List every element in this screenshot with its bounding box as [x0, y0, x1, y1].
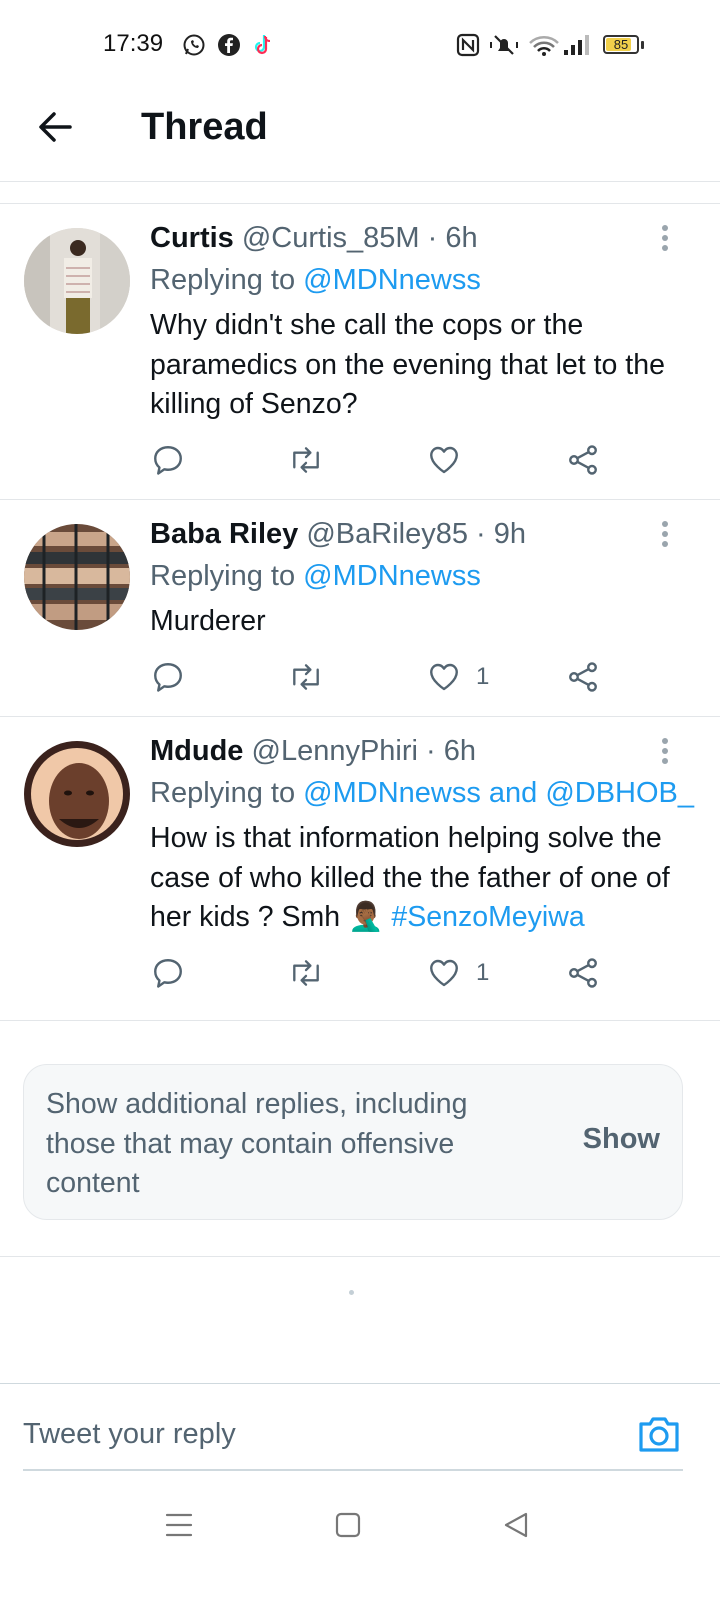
- tweet-meta: Mdude @LennyPhiri · 6h: [150, 733, 476, 769]
- more-options-button[interactable]: [650, 733, 680, 769]
- more-options-button[interactable]: [650, 220, 680, 256]
- wifi-icon: [529, 36, 559, 56]
- mention-link[interactable]: @MDNnewss: [303, 560, 481, 592]
- signal-icon: [564, 35, 589, 55]
- retweet-icon: [293, 960, 319, 986]
- retweet-icon: [293, 664, 319, 690]
- like-button[interactable]: 1: [426, 953, 489, 993]
- retweet-button[interactable]: [287, 953, 325, 993]
- user-handle: @Curtis_85M: [241, 222, 420, 254]
- tweet-meta: Baba Riley @BaRiley85 · 9h: [150, 516, 526, 552]
- header-divider: [0, 181, 720, 182]
- battery-level: 85: [613, 37, 629, 52]
- facebook-icon: [218, 34, 240, 56]
- reply-bar-divider: [0, 1383, 720, 1384]
- tweet-time: · 6h: [426, 735, 477, 767]
- retweet-icon: [293, 447, 319, 473]
- tweet-mdude[interactable]: Mdude @LennyPhiri · 6h Replying to @MDNn…: [0, 717, 720, 1020]
- mention-link[interactable]: @MDNnewss and @DBHOB_: [303, 777, 694, 809]
- more-vertical-icon: [662, 225, 668, 251]
- like-button[interactable]: 1: [426, 657, 489, 697]
- additional-replies-box: Show additional replies, including those…: [23, 1064, 683, 1220]
- comment-icon: [154, 959, 182, 988]
- hashtag-link[interactable]: #SenzoMeyiwa: [391, 901, 584, 933]
- heart-icon: [430, 446, 458, 474]
- section-divider: [0, 1256, 720, 1257]
- display-name[interactable]: Mdude: [150, 735, 243, 767]
- battery-icon: 85: [603, 35, 639, 54]
- status-time: 17:39: [103, 30, 164, 57]
- reply-button[interactable]: [150, 440, 186, 480]
- share-icon: [569, 958, 597, 988]
- more-options-button[interactable]: [650, 516, 680, 552]
- display-name[interactable]: Baba Riley: [150, 518, 298, 550]
- muted-bell-icon: [490, 35, 518, 55]
- reply-input[interactable]: [23, 1410, 583, 1458]
- back-arrow-icon: [39, 112, 72, 142]
- like-button[interactable]: [426, 440, 476, 480]
- tweet-time: · 6h: [427, 222, 478, 254]
- loading-indicator: [349, 1290, 354, 1295]
- avatar[interactable]: [24, 524, 130, 630]
- whatsapp-icon: [183, 34, 205, 56]
- tweet-text: Murderer: [150, 605, 266, 637]
- retweet-button[interactable]: [287, 657, 325, 697]
- reply-button[interactable]: [150, 953, 186, 993]
- user-handle: @LennyPhiri: [251, 735, 418, 767]
- tiktok-icon: [254, 35, 271, 55]
- mention-link[interactable]: @MDNnewss: [303, 264, 481, 296]
- nav-menu-button[interactable]: [159, 1505, 199, 1545]
- tweet-text: Why didn't she call the cops or the para…: [150, 309, 665, 420]
- like-count: 1: [476, 959, 490, 986]
- camera-icon: [639, 1417, 679, 1452]
- more-vertical-icon: [662, 521, 668, 547]
- like-count: 1: [476, 663, 490, 690]
- tweet-time: · 9h: [476, 518, 527, 550]
- tweet-meta: Curtis @Curtis_85M · 6h: [150, 220, 478, 256]
- comment-icon: [154, 663, 182, 692]
- user-handle: @BaRiley85: [306, 518, 468, 550]
- back-button[interactable]: [30, 104, 80, 150]
- heart-icon: [430, 959, 458, 987]
- reply-underline: [23, 1469, 683, 1471]
- replying-to: Replying to @MDNnewss: [150, 558, 481, 594]
- tweet-divider: [0, 1020, 720, 1021]
- tweet-curtis[interactable]: Curtis @Curtis_85M · 6h Replying to @MDN…: [0, 204, 720, 499]
- triangle-back-icon: [504, 1512, 528, 1538]
- nav-back-button[interactable]: [496, 1505, 536, 1545]
- heart-icon: [430, 663, 458, 691]
- camera-button[interactable]: [635, 1410, 683, 1458]
- more-vertical-icon: [662, 738, 668, 764]
- share-button[interactable]: [565, 657, 601, 697]
- menu-icon: [165, 1513, 193, 1537]
- page-title: Thread: [141, 106, 268, 148]
- battery-tip: [641, 41, 644, 49]
- display-name[interactable]: Curtis: [150, 222, 234, 254]
- tweet-text: How is that information helping solve th…: [150, 819, 695, 938]
- nav-home-button[interactable]: [328, 1505, 368, 1545]
- reply-button[interactable]: [150, 657, 186, 697]
- share-icon: [569, 445, 597, 475]
- share-button[interactable]: [565, 953, 601, 993]
- additional-replies-text: Show additional replies, including those…: [46, 1088, 468, 1199]
- nfc-icon: [456, 33, 480, 57]
- share-button[interactable]: [565, 440, 601, 480]
- share-icon: [569, 662, 597, 692]
- avatar[interactable]: [24, 228, 130, 334]
- replying-to-label: Replying to: [150, 264, 304, 296]
- tweet-baba-riley[interactable]: Baba Riley @BaRiley85 · 9h Replying to @…: [0, 500, 720, 716]
- show-button[interactable]: Show: [583, 1123, 660, 1156]
- replying-to-label: Replying to: [150, 777, 304, 809]
- replying-to: Replying to @MDNnewss and @DBHOB_: [150, 775, 694, 811]
- retweet-button[interactable]: [287, 440, 325, 480]
- comment-icon: [154, 446, 182, 475]
- replying-to-label: Replying to: [150, 560, 304, 592]
- replying-to: Replying to @MDNnewss: [150, 262, 481, 298]
- avatar[interactable]: [24, 741, 130, 847]
- square-icon: [335, 1512, 361, 1538]
